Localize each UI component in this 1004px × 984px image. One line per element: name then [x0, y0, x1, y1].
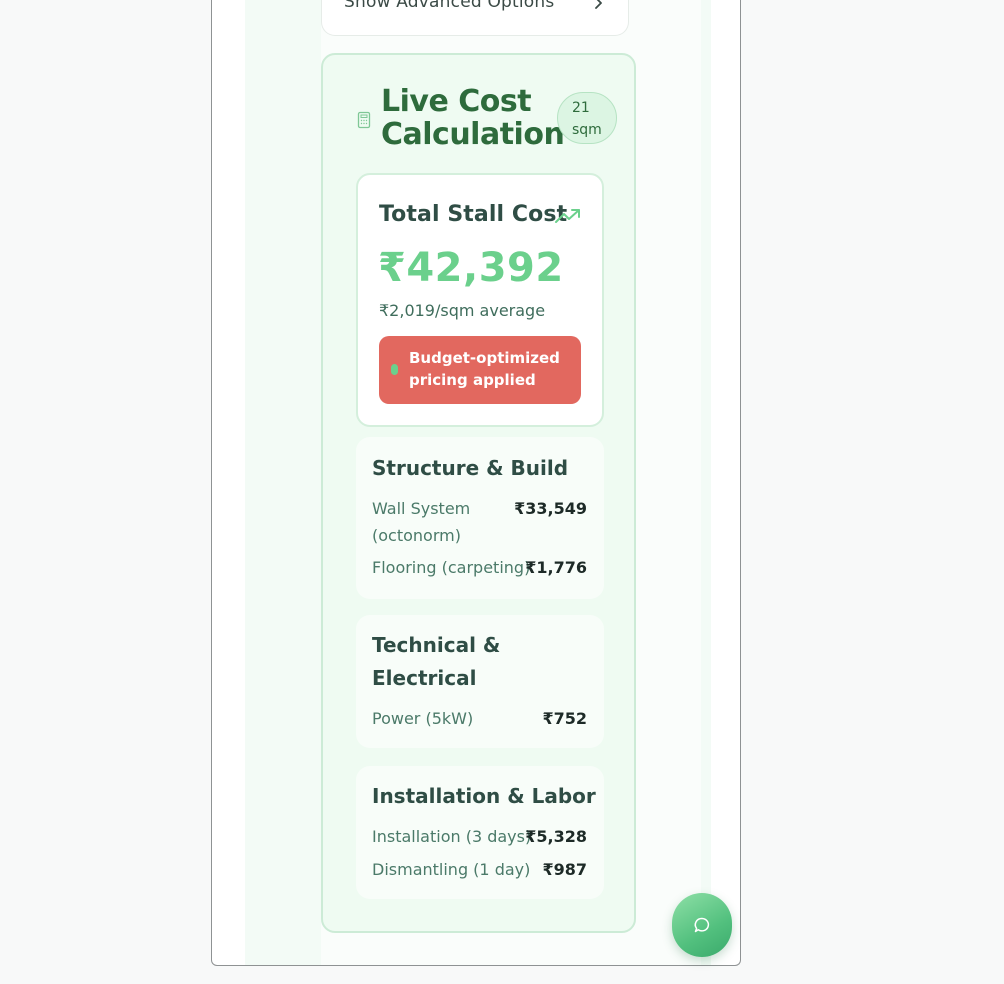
- area-value: 21: [572, 100, 590, 116]
- cost-row-label: Wall System (octonorm): [372, 499, 471, 545]
- chat-button[interactable]: [672, 893, 732, 957]
- section-title: Structure & Build: [372, 456, 569, 480]
- total-cost-title: Total Stall Cost: [379, 202, 568, 227]
- cost-row-label: Power (5kW): [372, 709, 474, 728]
- cost-row: Power (5kW) ₹752: [372, 705, 587, 732]
- section-installation: Installation & Labor Installation (3 day…: [356, 766, 604, 899]
- area-badge: 21 sqm: [557, 92, 617, 144]
- area-unit: sqm: [572, 122, 602, 138]
- cost-row-value: ₹752: [542, 709, 587, 728]
- section-title: Installation & Labor: [372, 784, 596, 808]
- panel-title: Live Cost Calculation: [381, 84, 565, 152]
- status-dot-icon: [391, 364, 398, 375]
- advanced-options-toggle[interactable]: Show Advanced Options: [321, 0, 629, 36]
- total-cost-card: Total Stall Cost ₹42,392 ₹2,019/sqm aver…: [356, 173, 604, 427]
- app-viewport: Show Advanced Options Live Cost Calculat…: [211, 0, 741, 966]
- cost-row: Installation (3 days) ₹5,328: [372, 823, 587, 850]
- trending-up-icon: [555, 209, 580, 223]
- section-title: Technical & Electrical: [372, 633, 501, 690]
- advanced-options-label: Show Advanced Options: [344, 0, 555, 12]
- cost-row-label: Dismantling (1 day): [372, 860, 531, 879]
- cost-row: Wall System (octonorm) ₹33,549: [372, 495, 587, 549]
- cost-row-value: ₹1,776: [525, 558, 587, 577]
- budget-note: Budget-optimized pricing applied: [409, 349, 560, 389]
- section-technical: Technical & Electrical Power (5kW) ₹752: [356, 615, 604, 748]
- cost-row: Dismantling (1 day) ₹987: [372, 856, 587, 883]
- section-structure: Structure & Build Wall System (octonorm)…: [356, 437, 604, 599]
- budget-optimized-badge: Budget-optimized pricing applied: [379, 336, 581, 404]
- live-cost-panel: Live Cost Calculation 21 sqm Total Stall…: [321, 53, 636, 933]
- cost-row-value: ₹987: [542, 860, 587, 879]
- total-cost-amount: ₹42,392: [378, 245, 564, 291]
- chevron-right-icon: [595, 0, 602, 9]
- average-per-sqm: ₹2,019/sqm average: [379, 301, 546, 320]
- cost-row-label: Installation (3 days): [372, 827, 532, 846]
- chat-icon: [694, 917, 710, 933]
- calculator-icon: [357, 111, 371, 129]
- cost-row-value: ₹5,328: [525, 827, 587, 846]
- cost-row-label: Flooring (carpeting): [372, 558, 531, 577]
- cost-row-value: ₹33,549: [514, 499, 587, 518]
- cost-row: Flooring (carpeting) ₹1,776: [372, 554, 587, 581]
